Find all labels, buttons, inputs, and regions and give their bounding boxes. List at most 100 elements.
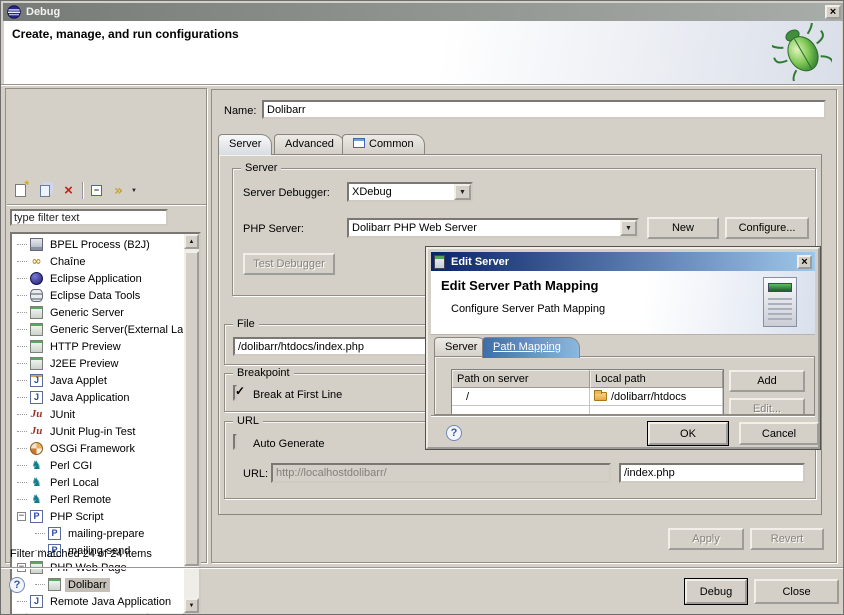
break-first-line-checkbox[interactable]: ✓	[233, 385, 237, 401]
tree-item-osgi[interactable]: OSGi Framework	[13, 440, 183, 457]
ok-button[interactable]: OK	[648, 422, 728, 445]
toolbar-menu-button[interactable]: ▼	[128, 181, 140, 200]
server-icon	[30, 340, 43, 353]
url-group-title: URL	[233, 415, 263, 427]
dialog-heading: Edit Server Path Mapping	[441, 278, 598, 293]
dialog-tab-server[interactable]: Server	[434, 337, 488, 357]
tree-item-perl-cgi[interactable]: ♞Perl CGI	[13, 457, 183, 474]
help-button[interactable]: ?	[9, 577, 25, 593]
path-mapping-table: Path on server Local path / /dolibarr/ht…	[451, 369, 724, 415]
debug-button[interactable]: Debug	[685, 579, 747, 604]
tree-item-perl-local[interactable]: ♞Perl Local	[13, 474, 183, 491]
filter-configurations-button[interactable]: »	[108, 181, 129, 200]
scroll-down-button[interactable]: ▼	[184, 598, 199, 613]
header-separator	[1, 84, 844, 85]
new-config-icon: *	[15, 184, 26, 197]
tree-item-php-script[interactable]: −PPHP Script	[13, 508, 183, 525]
cell-local-path: /dolibarr/htdocs	[590, 388, 723, 405]
osgi-icon	[30, 442, 43, 455]
dialog-tab-bar: Server Path Mapping	[431, 337, 819, 357]
configure-server-button[interactable]: Configure...	[725, 217, 809, 239]
dialog-tab-content: Path on server Local path / /dolibarr/ht…	[434, 356, 815, 415]
junit-icon: Ju	[30, 408, 43, 421]
php-icon: P	[30, 510, 43, 523]
help-icon: ?	[14, 579, 21, 591]
tree-item-http-preview[interactable]: HTTP Preview	[13, 338, 183, 355]
dialog-tab-path-mapping[interactable]: Path Mapping	[482, 337, 580, 358]
window-title: Debug	[26, 6, 60, 18]
common-tab-icon	[353, 138, 365, 148]
delete-icon: ×	[64, 183, 73, 198]
name-label: Name:	[224, 105, 256, 117]
file-group-title: File	[233, 318, 259, 330]
remote-java-icon: J	[30, 595, 43, 608]
dialog-banner: Edit Server Path Mapping Configure Serve…	[431, 271, 815, 335]
tree-item-junit[interactable]: JuJUnit	[13, 406, 183, 423]
column-path-on-server[interactable]: Path on server	[452, 370, 590, 388]
tree-item-bpel[interactable]: BPEL Process (B2J)	[13, 236, 183, 253]
check-icon: ✓	[235, 384, 245, 398]
url-path-field[interactable]	[619, 463, 805, 483]
eclipse-sphere-icon	[30, 272, 43, 285]
close-button[interactable]: Close	[754, 579, 839, 604]
table-row[interactable]: / /dolibarr/htdocs	[452, 388, 723, 405]
tree-item-generic-server[interactable]: Generic Server	[13, 304, 183, 321]
process-icon	[30, 238, 43, 251]
name-input[interactable]	[262, 100, 826, 119]
tree-item-junit-plugin[interactable]: JuJUnit Plug-in Test	[13, 423, 183, 440]
delete-configuration-button[interactable]: ×	[58, 181, 79, 200]
java-applet-icon: J	[30, 374, 43, 387]
tree-item-java-application[interactable]: JJava Application	[13, 389, 183, 406]
dialog-close-button[interactable]: ×	[797, 255, 812, 269]
chevron-down-icon[interactable]: ▼	[620, 220, 637, 236]
window-close-button[interactable]: ×	[825, 5, 841, 19]
duplicate-icon	[40, 185, 50, 197]
column-local-path[interactable]: Local path	[590, 370, 723, 388]
dialog-titlebar[interactable]: Edit Server ×	[431, 252, 815, 271]
dialog-help-button[interactable]: ?	[446, 425, 462, 441]
tree-item-mailing-prepare[interactable]: Pmailing-prepare	[13, 525, 183, 542]
dialog-title: Edit Server	[451, 256, 509, 268]
window-titlebar[interactable]: Debug	[3, 3, 843, 21]
chevron-down-icon[interactable]: ▼	[454, 184, 471, 200]
collapse-all-icon: −	[91, 185, 102, 196]
server-icon	[48, 578, 61, 591]
tree-item-j2ee-preview[interactable]: J2EE Preview	[13, 355, 183, 372]
tree-item-chaine[interactable]: ∞Chaîne	[13, 253, 183, 270]
duplicate-configuration-button[interactable]	[34, 181, 55, 200]
tab-server[interactable]: Server	[218, 134, 272, 155]
tree-vertical-scrollbar[interactable]: ▲ ▼	[184, 234, 199, 613]
collapse-toggle[interactable]: −	[17, 512, 26, 521]
tree-item-eclipse-data-tools[interactable]: Eclipse Data Tools	[13, 287, 183, 304]
tree-item-perl-remote[interactable]: ♞Perl Remote	[13, 491, 183, 508]
edit-server-dialog: Edit Server × Edit Server Path Mapping C…	[426, 247, 820, 449]
php-server-label: PHP Server:	[243, 223, 304, 235]
filter-input[interactable]	[10, 209, 168, 226]
tab-bar: Server Advanced Common	[212, 134, 838, 156]
filter-icon: »	[114, 184, 123, 198]
tree-item-eclipse-application[interactable]: Eclipse Application	[13, 270, 183, 287]
server-icon	[434, 255, 445, 269]
tab-advanced[interactable]: Advanced	[274, 134, 345, 154]
add-mapping-button[interactable]: Add	[729, 370, 805, 392]
footer-separator	[1, 567, 844, 568]
php-server-select[interactable]: Dolibarr PHP Web Server ▼	[347, 218, 639, 238]
tab-common[interactable]: Common	[342, 134, 425, 154]
new-server-button[interactable]: New	[647, 217, 719, 239]
tree-item-remote-java[interactable]: JRemote Java Application	[13, 593, 183, 610]
vertical-scroll-thumb[interactable]	[184, 251, 199, 566]
toolbar-underline	[7, 204, 206, 205]
junit-plugin-icon: Ju	[30, 425, 43, 438]
tree-item-java-applet[interactable]: JJava Applet	[13, 372, 183, 389]
page-title: Create, manage, and run configurations	[12, 27, 239, 41]
cancel-button[interactable]: Cancel	[739, 422, 819, 445]
tree-item-generic-server-external[interactable]: Generic Server(External La	[13, 321, 183, 338]
scroll-up-button[interactable]: ▲	[184, 234, 199, 249]
auto-generate-checkbox[interactable]	[233, 434, 237, 450]
tree-item-dolibarr[interactable]: Dolibarr	[13, 576, 183, 593]
server-debugger-select[interactable]: XDebug ▼	[347, 182, 473, 202]
server-icon	[30, 323, 43, 336]
collapse-all-button[interactable]: −	[86, 181, 107, 200]
down-arrow-icon: ▼	[189, 603, 195, 609]
new-configuration-button[interactable]: *	[10, 181, 31, 200]
